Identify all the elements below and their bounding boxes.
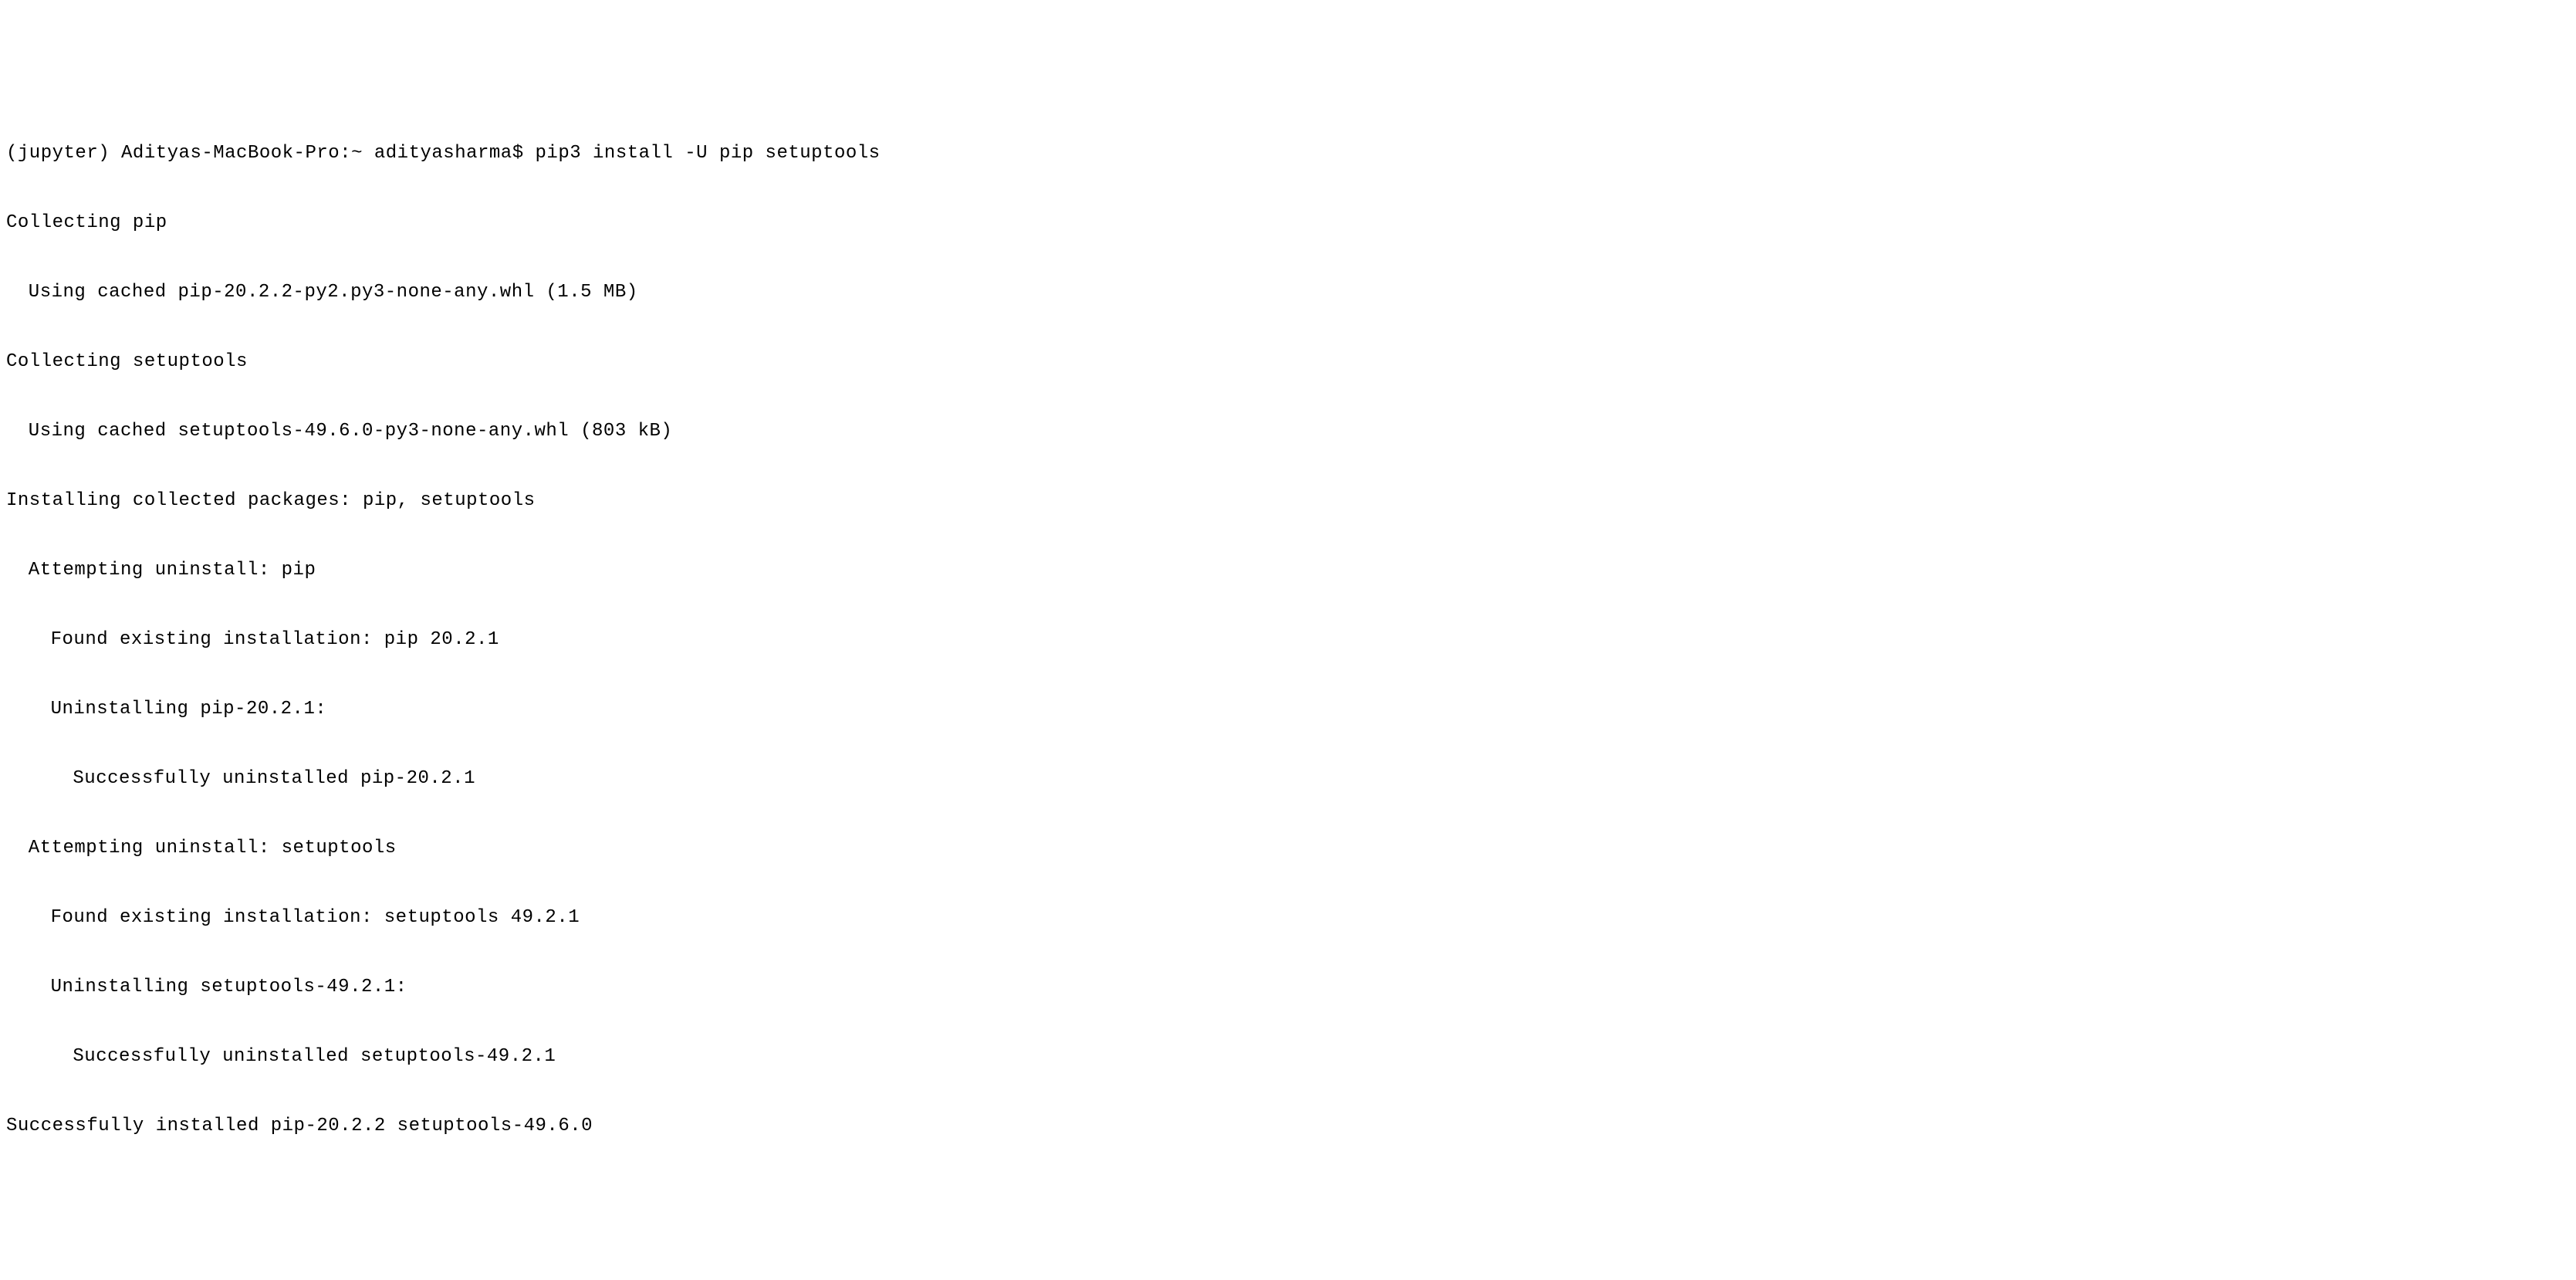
output-line: Installing collected packages: pip, setu… <box>6 489 2570 513</box>
terminal-output[interactable]: (jupyter) Adityas-MacBook-Pro:~ adityash… <box>6 96 2570 1161</box>
output-line: Attempting uninstall: pip <box>6 559 2570 582</box>
output-line: Collecting pip <box>6 212 2570 235</box>
output-line: Successfully uninstalled pip-20.2.1 <box>6 767 2570 791</box>
output-line: Found existing installation: setuptools … <box>6 906 2570 930</box>
output-line: Uninstalling setuptools-49.2.1: <box>6 976 2570 999</box>
prompt-command-line: (jupyter) Adityas-MacBook-Pro:~ adityash… <box>6 142 2570 165</box>
output-success-line: Successfully installed pip-20.2.2 setupt… <box>6 1115 2570 1138</box>
output-line: Attempting uninstall: setuptools <box>6 837 2570 860</box>
output-line: Using cached setuptools-49.6.0-py3-none-… <box>6 420 2570 443</box>
output-line: Successfully uninstalled setuptools-49.2… <box>6 1045 2570 1068</box>
output-line: Using cached pip-20.2.2-py2.py3-none-any… <box>6 281 2570 304</box>
output-line: Found existing installation: pip 20.2.1 <box>6 628 2570 652</box>
output-line: Uninstalling pip-20.2.1: <box>6 698 2570 721</box>
output-line: Collecting setuptools <box>6 350 2570 374</box>
